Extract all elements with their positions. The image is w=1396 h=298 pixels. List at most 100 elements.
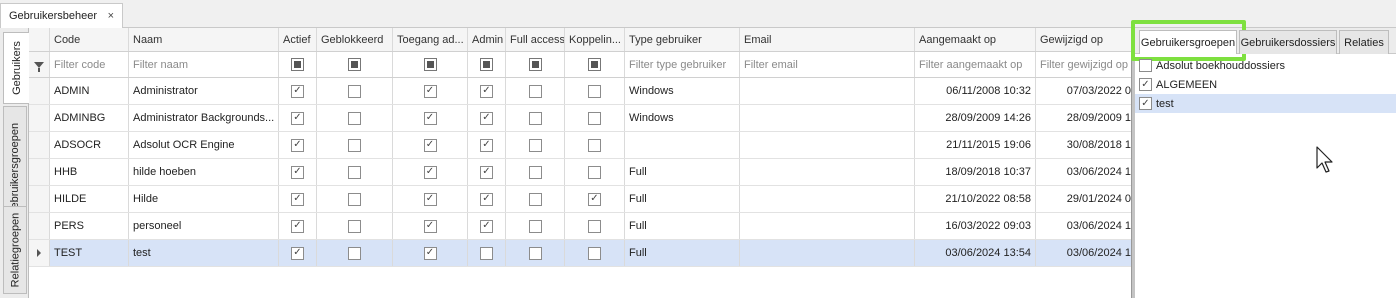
filter-geblokkeerd-checkbox[interactable] <box>348 58 361 71</box>
cell-toegang-ad: ✓ <box>393 186 468 212</box>
koppeling-checkbox[interactable] <box>588 246 601 260</box>
actief-checkbox[interactable]: ✓ <box>291 219 304 233</box>
filter-aangemaakt-op-input[interactable]: Filter aangemaakt op <box>915 52 1036 77</box>
admin-checkbox[interactable]: ✓ <box>480 111 493 125</box>
close-icon[interactable]: × <box>108 10 114 22</box>
cell-actief: ✓ <box>279 132 317 158</box>
table-row[interactable]: ADMINBG Administrator Backgrounds... ✓ ✓ ✓ Wi… <box>29 105 1131 132</box>
column-header-code[interactable]: Code <box>50 28 129 51</box>
mouse-cursor-icon <box>1316 146 1333 173</box>
toegang-ad-checkbox[interactable]: ✓ <box>423 138 437 152</box>
filter-toegang-ad-checkbox[interactable] <box>423 58 437 71</box>
admin-checkbox[interactable]: ✓ <box>480 84 493 98</box>
full-access-checkbox[interactable] <box>528 165 542 179</box>
actief-checkbox[interactable]: ✓ <box>291 138 304 152</box>
group-list-item[interactable]: ✓ test <box>1135 94 1396 113</box>
koppeling-checkbox[interactable] <box>588 138 601 152</box>
table-row[interactable]: HILDE Hilde ✓ ✓ ✓ ✓ Full 21/10/2022 08:58 29/01/… <box>29 186 1131 213</box>
filter-code-input[interactable]: Filter code <box>50 52 129 77</box>
column-header-gewijzigd-op[interactable]: Gewijzigd op <box>1036 28 1131 51</box>
tab-label: Relaties <box>1344 36 1384 49</box>
tab-relaties[interactable]: Relaties <box>1339 30 1389 54</box>
actief-checkbox[interactable]: ✓ <box>291 165 304 179</box>
toegang-ad-checkbox[interactable]: ✓ <box>423 111 437 125</box>
table-row[interactable]: HHB hilde hoeben ✓ ✓ ✓ Full 18/09/2018 10:37 03… <box>29 159 1131 186</box>
filter-full-access-checkbox[interactable] <box>528 58 542 71</box>
table-row[interactable]: ADSOCR Adsolut OCR Engine ✓ ✓ ✓ 21/11/2015 19… <box>29 132 1131 159</box>
toegang-ad-checkbox[interactable]: ✓ <box>423 219 437 233</box>
side-tab-gebruikers[interactable]: Gebruikers <box>3 32 30 104</box>
geblokkeerd-checkbox[interactable] <box>348 138 361 152</box>
document-tab-gebruikersbeheer[interactable]: Gebruikersbeheer × <box>0 3 123 28</box>
cell-type-gebruiker: Full <box>625 213 740 239</box>
toegang-ad-checkbox[interactable]: ✓ <box>423 84 437 98</box>
group-checkbox[interactable]: ✓ <box>1139 97 1152 110</box>
column-header-email[interactable]: Email <box>740 28 915 51</box>
cell-type-gebruiker: Full <box>625 186 740 212</box>
geblokkeerd-checkbox[interactable] <box>348 192 361 206</box>
toegang-ad-checkbox[interactable]: ✓ <box>423 192 437 206</box>
cell-geblokkeerd <box>317 159 393 185</box>
admin-checkbox[interactable] <box>480 246 493 260</box>
actief-checkbox[interactable]: ✓ <box>291 246 304 260</box>
column-header-geblokkeerd[interactable]: Geblokkeerd <box>317 28 393 51</box>
column-header-full-access[interactable]: Full access <box>506 28 565 51</box>
column-header-aangemaakt-op[interactable]: Aangemaakt op <box>915 28 1036 51</box>
group-checkbox[interactable]: ✓ <box>1139 78 1152 91</box>
filter-actief-checkbox[interactable] <box>291 58 304 71</box>
cell-naam: test <box>129 240 279 266</box>
geblokkeerd-checkbox[interactable] <box>348 219 361 233</box>
table-row[interactable]: ADMIN Administrator ✓ ✓ ✓ Windows 06/11/2008 1… <box>29 78 1131 105</box>
koppeling-checkbox[interactable] <box>588 219 601 233</box>
column-header-type-gebruiker[interactable]: Type gebruiker <box>625 28 740 51</box>
group-list-item[interactable]: ✓ ALGEMEEN <box>1135 75 1396 94</box>
geblokkeerd-checkbox[interactable] <box>348 165 361 179</box>
toegang-ad-checkbox[interactable]: ✓ <box>423 165 437 179</box>
actief-checkbox[interactable]: ✓ <box>291 84 304 98</box>
filter-actief-cell <box>279 52 317 77</box>
koppeling-checkbox[interactable] <box>588 165 601 179</box>
group-checkbox[interactable] <box>1139 59 1152 72</box>
filter-admin-cell <box>468 52 506 77</box>
filter-gewijzigd-op-input[interactable]: Filter gewijzigd op <box>1036 52 1131 77</box>
group-list-item[interactable]: Adsolut boekhouddossiers <box>1135 56 1396 75</box>
geblokkeerd-checkbox[interactable] <box>348 111 361 125</box>
koppeling-checkbox[interactable] <box>588 84 601 98</box>
column-header-naam[interactable]: Naam <box>129 28 279 51</box>
cell-code: ADMIN <box>50 78 129 104</box>
full-access-checkbox[interactable] <box>528 219 542 233</box>
cell-code: ADMINBG <box>50 105 129 131</box>
koppeling-checkbox[interactable]: ✓ <box>588 192 601 206</box>
table-row[interactable]: TEST test ✓ ✓ Full 03/06/2024 13:54 03/06/2024… <box>29 240 1131 267</box>
full-access-checkbox[interactable] <box>528 138 542 152</box>
column-header-koppeling[interactable]: Koppelin... <box>565 28 625 51</box>
actief-checkbox[interactable]: ✓ <box>291 192 304 206</box>
admin-checkbox[interactable]: ✓ <box>480 138 493 152</box>
filter-email-input[interactable]: Filter email <box>740 52 915 77</box>
actief-checkbox[interactable]: ✓ <box>291 111 304 125</box>
cell-toegang-ad: ✓ <box>393 240 468 266</box>
geblokkeerd-checkbox[interactable] <box>348 246 361 260</box>
filter-type-gebruiker-input[interactable]: Filter type gebruiker <box>625 52 740 77</box>
full-access-checkbox[interactable] <box>528 111 542 125</box>
column-header-toegang-ad[interactable]: Toegang ad... <box>393 28 468 51</box>
toegang-ad-checkbox[interactable]: ✓ <box>423 246 437 260</box>
filter-naam-input[interactable]: Filter naam <box>129 52 279 77</box>
table-row[interactable]: PERS personeel ✓ ✓ ✓ Full 16/03/2022 09:03 03/0… <box>29 213 1131 240</box>
admin-checkbox[interactable]: ✓ <box>480 192 493 206</box>
full-access-checkbox[interactable] <box>528 84 542 98</box>
full-access-checkbox[interactable] <box>528 246 542 260</box>
full-access-checkbox[interactable] <box>528 192 542 206</box>
filter-koppeling-checkbox[interactable] <box>588 58 601 71</box>
koppeling-checkbox[interactable] <box>588 111 601 125</box>
column-header-admin[interactable]: Admin <box>468 28 506 51</box>
tab-gebruikersgroepen[interactable]: Gebruikersgroepen <box>1131 20 1246 61</box>
geblokkeerd-checkbox[interactable] <box>348 84 361 98</box>
tab-gebruikersdossiers[interactable]: Gebruikersdossiers <box>1239 30 1337 54</box>
column-header-actief[interactable]: Actief <box>279 28 317 51</box>
admin-checkbox[interactable]: ✓ <box>480 165 493 179</box>
admin-checkbox[interactable]: ✓ <box>480 219 493 233</box>
filter-admin-checkbox[interactable] <box>480 58 493 71</box>
cell-email <box>740 132 915 158</box>
side-tab-relatiegroepen[interactable]: Relatiegroepen <box>3 206 27 294</box>
